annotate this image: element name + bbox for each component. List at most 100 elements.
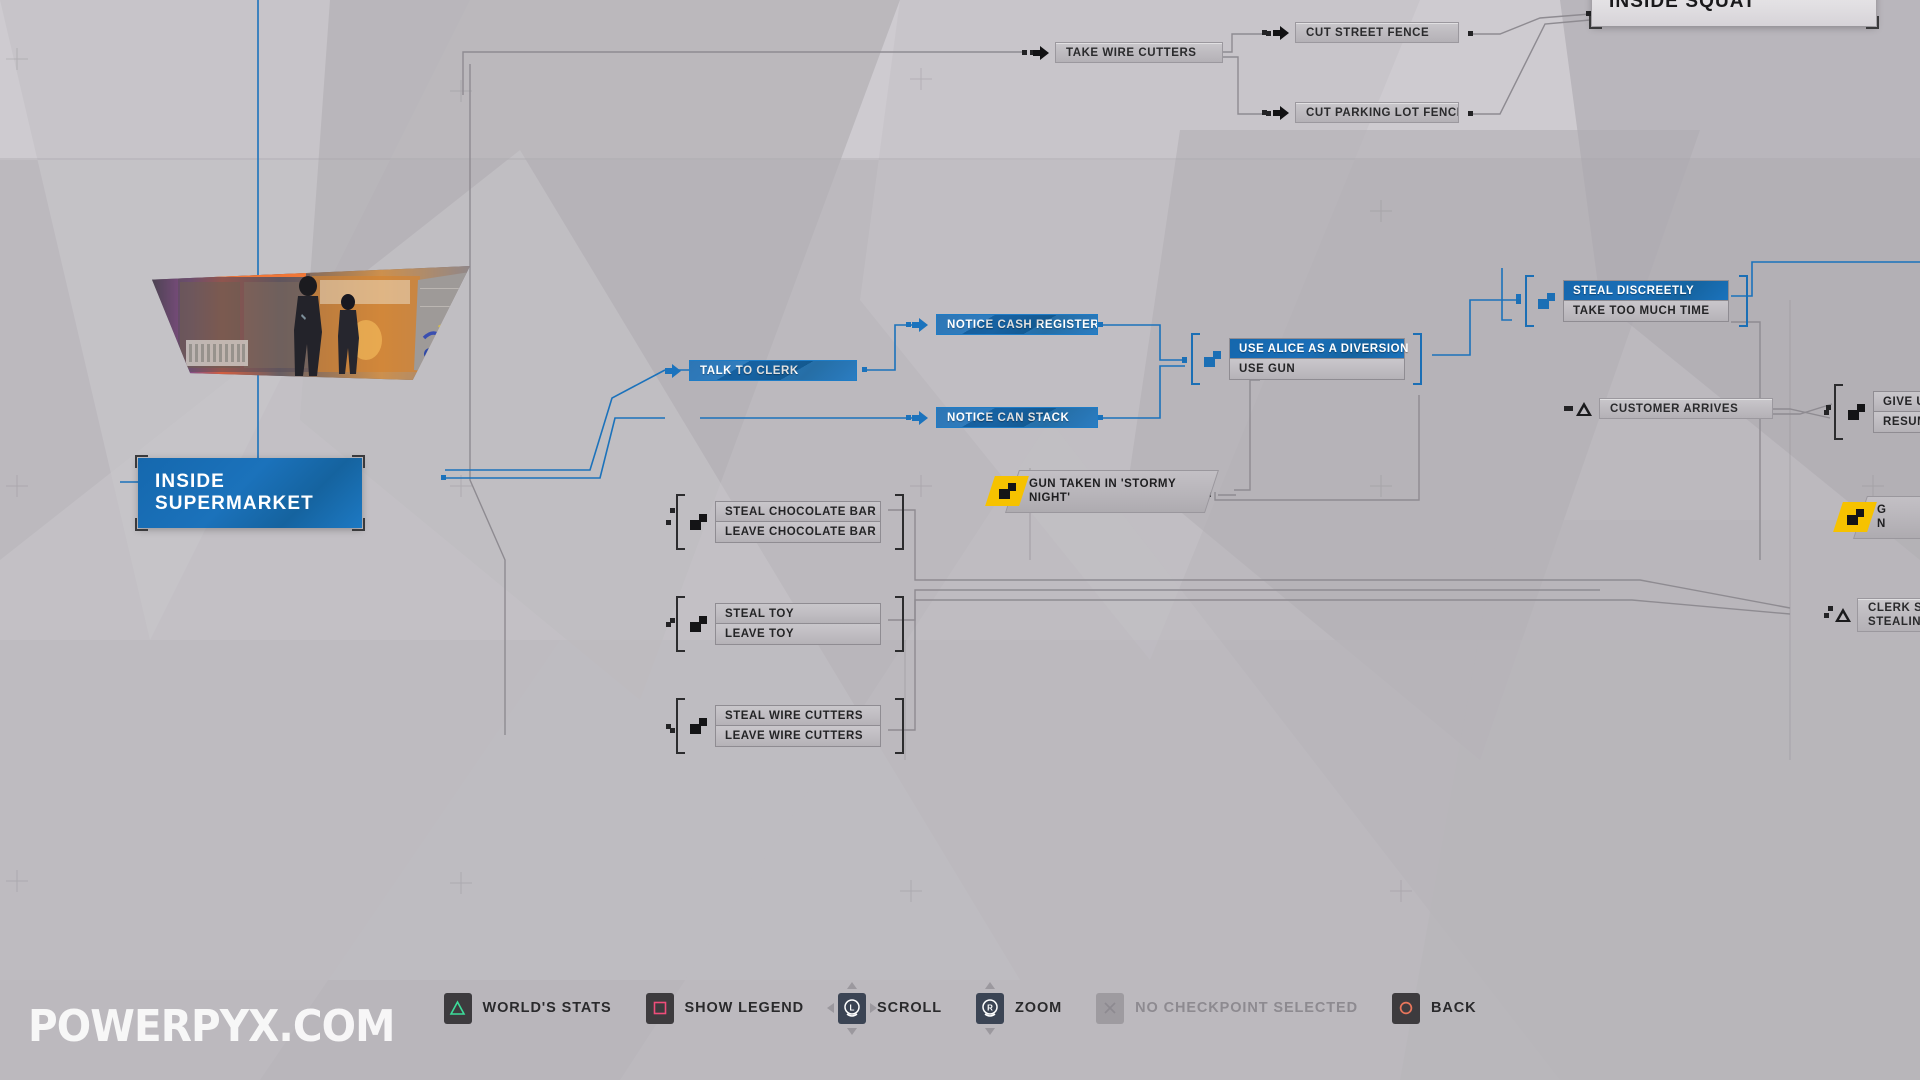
- bracket-left: [676, 698, 685, 754]
- choice-options[interactable]: USE ALICE AS A DIVERSION USE GUN: [1229, 338, 1408, 380]
- stick-up-arrow: [985, 981, 996, 989]
- hud-show-legend[interactable]: SHOW LEGEND: [645, 992, 805, 1024]
- choice-options[interactable]: STEAL DISCREETLY TAKE TOO MUCH TIME: [1563, 280, 1729, 322]
- branch-icon: [690, 616, 707, 632]
- branch-icon: [1204, 351, 1221, 367]
- wire-nub: [666, 621, 671, 627]
- bracket-left: [676, 596, 685, 652]
- choice-options[interactable]: GIVE UP RESUME: [1873, 391, 1920, 433]
- arrow-icon: [912, 317, 928, 332]
- choice-options[interactable]: STEAL TOY LEAVE TOY: [715, 603, 881, 645]
- right-stick-icon[interactable]: R: [976, 981, 1005, 1035]
- hud-label: ZOOM: [1015, 1000, 1063, 1016]
- choice-option[interactable]: LEAVE TOY: [716, 624, 880, 644]
- choice-option[interactable]: TAKE TOO MUCH TIME: [1564, 301, 1728, 321]
- corner-bracket: [352, 518, 365, 531]
- branch-icon: [690, 514, 707, 530]
- choice-node-wire-cutters[interactable]: STEAL WIRE CUTTERS LEAVE WIRE CUTTERS: [666, 698, 904, 754]
- choice-options[interactable]: STEAL CHOCOLATE BAR LEAVE CHOCOLATE BAR: [715, 501, 881, 543]
- scene-header-inside-supermarket[interactable]: INSIDE SUPERMARKET: [135, 455, 365, 531]
- arrow-icon: [1273, 25, 1289, 40]
- choice-node-give-up-resume[interactable]: GIVE UP RESUME: [1824, 384, 1920, 440]
- branch-icon: [690, 718, 707, 734]
- scene-thumbnail: [152, 266, 470, 380]
- stick-right-arrow: [870, 1003, 878, 1013]
- arrow-icon: [665, 363, 681, 378]
- hud-checkpoint: NO CHECKPOINT SELECTED: [1096, 992, 1358, 1024]
- bracket-left: [1191, 333, 1200, 385]
- wire-nub: [1182, 356, 1187, 362]
- ps-triangle-icon[interactable]: [443, 992, 472, 1024]
- bracket-left: [1834, 384, 1843, 440]
- lock-icon: [998, 483, 1016, 500]
- node-cut-parking-lot-fence[interactable]: CUT PARKING LOT FENCE: [1262, 102, 1459, 123]
- wire-nub: [1262, 30, 1267, 35]
- node-customer-arrives[interactable]: CUSTOMER ARRIVES: [1564, 398, 1773, 419]
- choice-option[interactable]: USE ALICE AS A DIVERSION: [1230, 339, 1408, 359]
- triangle-icon: [1576, 401, 1592, 416]
- ps-square-icon[interactable]: [645, 992, 674, 1024]
- arrow-icon: [912, 410, 928, 425]
- stick-down-arrow: [847, 1027, 858, 1035]
- choice-node-steal-discreetly[interactable]: STEAL DISCREETLY TAKE TOO MUCH TIME: [1516, 275, 1748, 327]
- choice-option[interactable]: LEAVE CHOCOLATE BAR: [716, 522, 880, 542]
- stick-left-arrow: [827, 1003, 835, 1013]
- node-notice-cash-register[interactable]: NOTICE CASH REGISTER: [912, 314, 1098, 335]
- branch-icon: [1848, 404, 1865, 420]
- consequence-gun-taken-stormy-night[interactable]: GUN TAKEN IN 'STORMY NIGHT': [985, 470, 1219, 513]
- svg-text:L: L: [850, 1004, 855, 1013]
- node-label: TALK TO CLERK: [689, 360, 857, 381]
- consequence-label: G N: [1877, 504, 1887, 531]
- node-clerk-spots-stealing[interactable]: CLERK SP STEALING: [1824, 598, 1920, 632]
- node-take-wire-cutters[interactable]: TAKE WIRE CUTTERS: [1022, 42, 1223, 63]
- corner-bracket: [352, 455, 365, 468]
- choice-option[interactable]: STEAL DISCREETLY: [1564, 281, 1728, 301]
- node-label: TAKE WIRE CUTTERS: [1055, 42, 1223, 63]
- node-label: CLERK SP STEALING: [1857, 598, 1920, 632]
- ps-circle-icon[interactable]: [1391, 992, 1420, 1024]
- wire-nub: [666, 519, 671, 525]
- hud-scroll[interactable]: L SCROLL: [827, 981, 942, 1035]
- arrow-icon: [1033, 45, 1049, 60]
- choice-node-chocolate-bar[interactable]: STEAL CHOCOLATE BAR LEAVE CHOCOLATE BAR: [666, 494, 904, 550]
- choice-options[interactable]: STEAL WIRE CUTTERS LEAVE WIRE CUTTERS: [715, 705, 881, 747]
- consequence-label: GUN TAKEN IN 'STORMY NIGHT': [1029, 478, 1177, 505]
- hud-zoom[interactable]: R ZOOM: [976, 981, 1063, 1035]
- choice-node-toy[interactable]: STEAL TOY LEAVE TOY: [666, 596, 904, 652]
- bracket-right: [1413, 333, 1422, 385]
- hud-label: SHOW LEGEND: [684, 1000, 805, 1016]
- node-talk-to-clerk[interactable]: TALK TO CLERK: [665, 360, 857, 381]
- ps-cross-icon: [1096, 992, 1125, 1024]
- hud-label: BACK: [1430, 1000, 1477, 1016]
- hud-back[interactable]: BACK: [1391, 992, 1477, 1024]
- choice-option[interactable]: RESUME: [1874, 412, 1920, 432]
- stick-up-arrow: [847, 981, 858, 989]
- choice-option[interactable]: STEAL TOY: [716, 604, 880, 624]
- bracket-left: [676, 494, 685, 550]
- choice-option[interactable]: GIVE UP: [1874, 392, 1920, 412]
- corner-bracket: [135, 455, 148, 468]
- wire-nub: [1564, 406, 1569, 411]
- node-cut-street-fence[interactable]: CUT STREET FENCE: [1262, 22, 1459, 43]
- scene-header-inside-squat[interactable]: INSIDE SQUAT: [1589, 0, 1879, 29]
- choice-option[interactable]: LEAVE WIRE CUTTERS: [716, 726, 880, 746]
- choice-node-alice-or-gun[interactable]: USE ALICE AS A DIVERSION USE GUN: [1182, 333, 1422, 385]
- bracket-right: [895, 698, 904, 754]
- hud-worlds-stats[interactable]: WORLD'S STATS: [443, 992, 612, 1024]
- consequence-box: GUN TAKEN IN 'STORMY NIGHT': [1005, 470, 1219, 513]
- wire-nub: [1824, 409, 1829, 415]
- triangle-icon: [1835, 608, 1851, 622]
- bracket-right: [895, 494, 904, 550]
- stick-down-arrow: [985, 1027, 996, 1035]
- consequence-gun-clipped[interactable]: G N: [1833, 496, 1920, 539]
- node-label: CUSTOMER ARRIVES: [1599, 398, 1773, 419]
- node-notice-can-stack[interactable]: NOTICE CAN STACK: [912, 407, 1098, 428]
- left-stick-icon[interactable]: L: [827, 981, 878, 1035]
- corner-bracket: [1589, 16, 1602, 29]
- wire-nub: [1022, 50, 1027, 55]
- wire-nub: [1262, 110, 1267, 115]
- choice-option[interactable]: STEAL CHOCOLATE BAR: [716, 502, 880, 522]
- arrow-icon: [1273, 105, 1289, 120]
- choice-option[interactable]: STEAL WIRE CUTTERS: [716, 706, 880, 726]
- choice-option[interactable]: USE GUN: [1230, 359, 1404, 379]
